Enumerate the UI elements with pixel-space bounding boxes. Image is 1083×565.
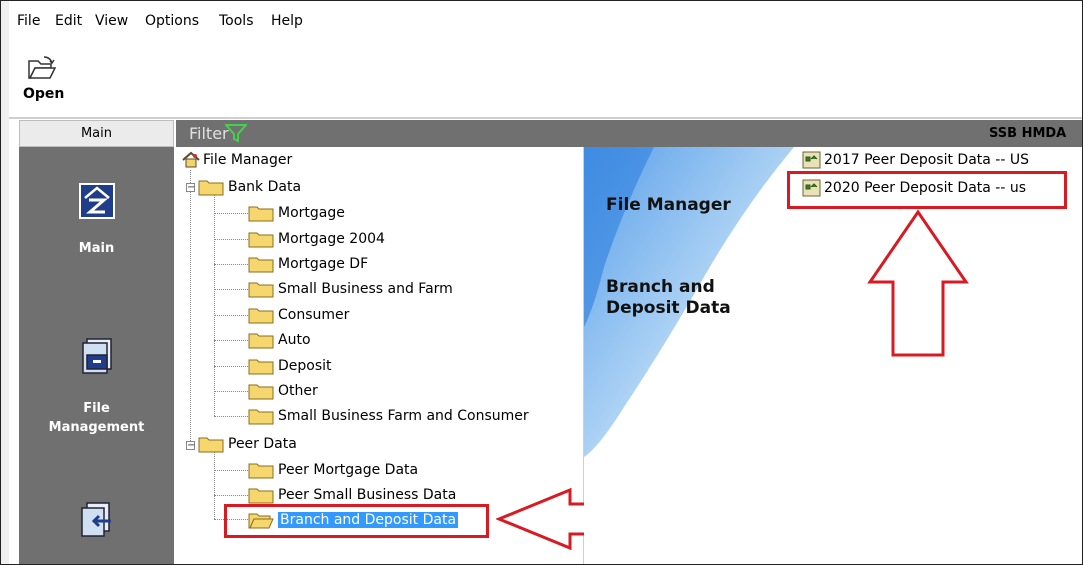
tree-item-mortgage-2004[interactable]: Mortgage 2004 <box>248 228 385 250</box>
content-pane: File Manager Branch and Deposit Data 201… <box>584 147 1082 564</box>
tree-line <box>214 452 215 519</box>
menu-help[interactable]: Help <box>271 13 303 29</box>
folder-label: Mortgage <box>278 205 345 221</box>
highlight-box <box>224 504 489 538</box>
menu-bar: File Edit View Options Tools Help <box>9 1 1079 41</box>
nav-panel: Main File Management <box>19 147 174 564</box>
toolbar-divider <box>9 117 1082 119</box>
folder-label: Peer Small Business Data <box>278 487 457 503</box>
import-icon <box>80 502 111 537</box>
tree-line <box>214 391 248 392</box>
folder-open-icon <box>28 56 57 79</box>
menu-tools[interactable]: Tools <box>219 13 254 29</box>
tree-root-file-manager[interactable]: File Manager <box>182 149 292 171</box>
tree-item-consumer[interactable]: Consumer <box>248 304 349 326</box>
tree-line <box>214 495 248 496</box>
tree-line <box>214 340 248 341</box>
tree-item-peer-mortgage-data[interactable]: Peer Mortgage Data <box>248 459 418 481</box>
folder-label: Peer Data <box>228 436 297 452</box>
folder-label: Deposit <box>278 358 332 374</box>
tree-line <box>214 195 215 416</box>
tree-root-label: File Manager <box>203 152 293 168</box>
tree-line <box>214 239 248 240</box>
nav-file-management-button[interactable]: File Management <box>19 335 174 437</box>
folder-icon <box>248 384 274 400</box>
nav-main-label: Main <box>78 241 115 256</box>
open-button[interactable]: Open <box>23 53 75 111</box>
section-title-file-manager: File Manager <box>606 195 731 215</box>
folder-icon <box>198 437 224 453</box>
menu-options[interactable]: Options <box>145 13 199 29</box>
tree-item-deposit[interactable]: Deposit <box>248 355 332 377</box>
toolbar <box>9 41 1082 117</box>
folder-icon <box>248 359 274 375</box>
folder-label: Mortgage 2004 <box>278 231 385 247</box>
folder-label: Bank Data <box>228 179 302 195</box>
tree-line <box>214 366 248 367</box>
nav-tab-main[interactable]: Main <box>19 120 174 147</box>
menu-edit[interactable]: Edit <box>55 13 82 29</box>
highlight-box <box>787 171 1067 209</box>
section-title-branch-deposit: Branch and Deposit Data <box>606 277 731 318</box>
tree-folder-bank-data[interactable]: Bank Data <box>198 176 301 198</box>
tree-item-small-business-and-farm[interactable]: Small Business and Farm <box>248 278 453 300</box>
file-cabinet-icon <box>81 338 112 374</box>
tree-line <box>214 289 248 290</box>
bank-data-collapse-toggle[interactable]: − <box>186 183 195 193</box>
file-manager-icon <box>182 151 200 168</box>
file-name: 2017 Peer Deposit Data -- US <box>824 152 1029 168</box>
app-title: SSB HMDA <box>989 126 1067 141</box>
tree-item-other[interactable]: Other <box>248 380 318 402</box>
folder-label: Small Business and Farm <box>278 281 453 297</box>
tree-line <box>190 170 191 447</box>
folder-icon <box>248 257 274 273</box>
nav-import-button[interactable] <box>19 499 174 539</box>
folder-label: Other <box>278 383 318 399</box>
folder-icon <box>248 463 274 479</box>
tree-line <box>214 213 248 214</box>
tree-line <box>214 416 248 417</box>
file-tree: File Manager − Bank Data Mortgage Mortga… <box>176 147 640 564</box>
open-label: Open <box>23 86 65 102</box>
nav-main-button[interactable]: Main <box>19 181 174 256</box>
folder-label: Consumer <box>278 307 350 323</box>
menu-file[interactable]: File <box>17 13 40 29</box>
filter-bar <box>176 120 1082 147</box>
tree-folder-peer-data[interactable]: Peer Data <box>198 433 297 455</box>
tree-line <box>214 470 248 471</box>
folder-icon <box>248 206 274 222</box>
tree-item-mortgage[interactable]: Mortgage <box>248 202 345 224</box>
folder-icon <box>248 308 274 324</box>
folder-label: Peer Mortgage Data <box>278 462 419 478</box>
tree-item-small-business-farm-and-consumer[interactable]: Small Business Farm and Consumer <box>248 405 529 427</box>
folder-icon <box>248 232 274 248</box>
folder-icon <box>248 282 274 298</box>
tree-item-auto[interactable]: Auto <box>248 329 311 351</box>
filter-label: Filter <box>189 124 229 143</box>
folder-icon <box>198 180 224 196</box>
tree-line <box>214 264 248 265</box>
annotation-arrow-up <box>867 209 969 357</box>
menu-view[interactable]: View <box>95 13 128 29</box>
folder-label: Auto <box>278 332 311 348</box>
folder-icon <box>248 333 274 349</box>
tree-item-mortgage-df[interactable]: Mortgage DF <box>248 253 368 275</box>
tree-line <box>214 315 248 316</box>
folder-label: Mortgage DF <box>278 256 369 272</box>
window-edge <box>1 1 9 564</box>
peer-data-collapse-toggle[interactable]: − <box>186 441 195 451</box>
main-z-icon <box>78 183 115 219</box>
app-window: File Edit View Options Tools Help Open M… <box>0 0 1083 565</box>
data-file-icon <box>802 151 821 169</box>
folder-icon <box>248 409 274 425</box>
tree-item-peer-small-business-data[interactable]: Peer Small Business Data <box>248 484 456 506</box>
funnel-icon[interactable] <box>225 123 247 143</box>
folder-icon <box>248 488 274 504</box>
file-item-2017-peer-deposit[interactable]: 2017 Peer Deposit Data -- US <box>802 151 1029 169</box>
folder-label: Small Business Farm and Consumer <box>278 408 529 424</box>
nav-file-management-label: File Management <box>48 401 145 435</box>
